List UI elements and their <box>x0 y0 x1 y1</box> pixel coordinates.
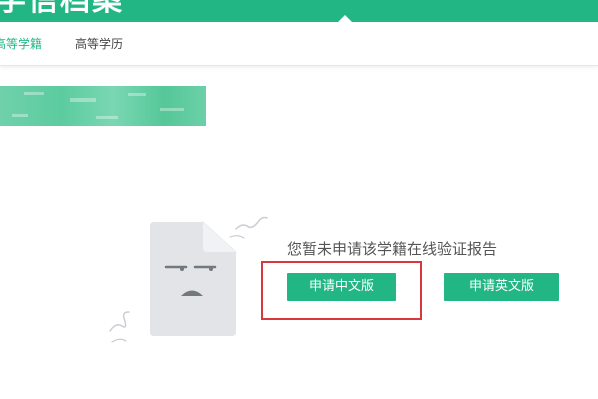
red-highlight-annotation <box>261 261 422 320</box>
tab-higher-education-degree[interactable]: 高等学历 <box>75 37 123 51</box>
apply-english-report-button[interactable]: 申请英文版 <box>444 273 559 301</box>
nav-pointer-icon <box>338 15 352 22</box>
top-bar: 学信档案 <box>0 0 598 22</box>
sad-document-icon <box>109 216 268 343</box>
empty-state-message: 您暂未申请该学籍在线验证报告 <box>287 240 498 258</box>
subnav-tabs: 高等学籍 高等学历 <box>0 22 598 66</box>
app-title: 学信档案 <box>0 0 124 18</box>
tab-higher-education-enrollment[interactable]: 高等学籍 <box>0 37 42 51</box>
redacted-student-info <box>0 86 206 126</box>
